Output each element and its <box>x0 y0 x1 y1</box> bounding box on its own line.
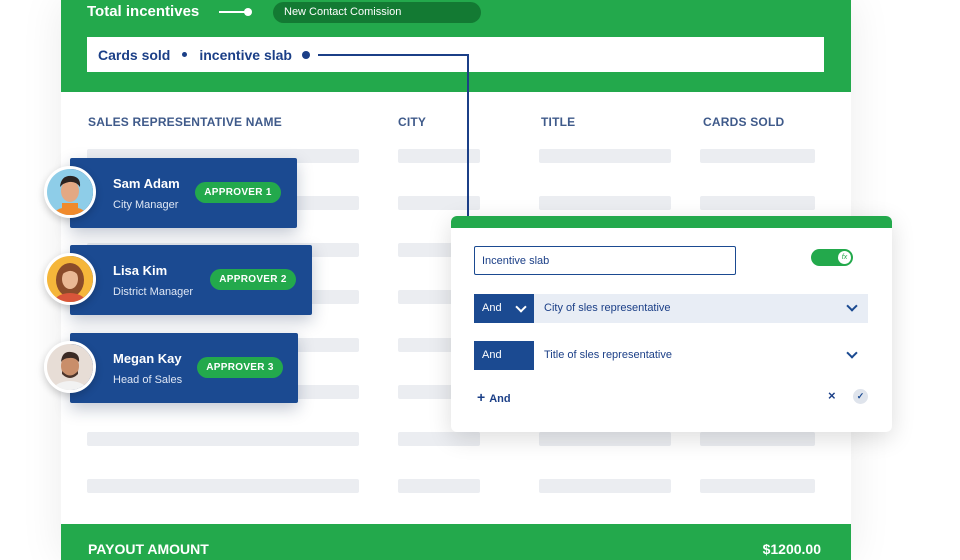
function-icon: fx <box>838 251 851 264</box>
add-and-label: And <box>489 393 511 405</box>
payout-label: PAYOUT AMOUNT <box>88 541 209 557</box>
column-header-city[interactable]: CITY <box>398 115 426 129</box>
operator-label: And <box>482 302 502 314</box>
approver-card-1[interactable]: Sam Adam City Manager APPROVER 1 <box>70 158 297 228</box>
chevron-down-icon[interactable] <box>846 300 858 312</box>
approver-badge: APPROVER 2 <box>210 269 296 290</box>
multiply-dot-icon <box>182 52 188 57</box>
placeholder-cell <box>539 479 671 493</box>
person-avatar-icon <box>47 344 93 390</box>
connector-line <box>318 54 468 56</box>
formula-term-incentive-slab[interactable]: incentive slab <box>199 47 292 63</box>
chevron-down-icon[interactable] <box>846 347 858 359</box>
avatar <box>44 166 96 218</box>
arrow-icon <box>219 8 252 16</box>
column-header-cards-sold[interactable]: CARDS SOLD <box>703 115 784 129</box>
placeholder-cell <box>700 479 815 493</box>
placeholder-cell <box>398 432 480 446</box>
condition-field-label: Title of sles representative <box>544 349 672 361</box>
formula-term-cards-sold: Cards sold <box>98 46 171 63</box>
placeholder-cell <box>539 196 671 210</box>
placeholder-cell <box>539 432 671 446</box>
placeholder-cell <box>700 196 815 210</box>
approver-card-2[interactable]: Lisa Kim District Manager APPROVER 2 <box>70 245 312 315</box>
approver-role: District Manager <box>113 286 194 298</box>
person-avatar-icon <box>47 256 93 302</box>
add-and-button[interactable]: + And <box>477 389 511 405</box>
formula-toggle[interactable]: fx <box>811 249 853 266</box>
approver-name: Sam Adam <box>113 176 180 191</box>
approver-badge: APPROVER 3 <box>197 357 283 378</box>
payout-amount: $1200.00 <box>762 541 821 557</box>
placeholder-cell <box>700 432 815 446</box>
placeholder-cell <box>87 479 359 493</box>
new-contact-commission-pill[interactable]: New Contact Comission <box>273 2 481 23</box>
placeholder-cell <box>539 149 671 163</box>
approver-role: Head of Sales <box>113 374 183 386</box>
condition-row[interactable]: And Title of sles representative <box>474 341 868 370</box>
connector-line <box>467 54 469 234</box>
avatar <box>44 341 96 393</box>
person-avatar-icon <box>47 169 93 215</box>
operator-label: And <box>482 349 502 361</box>
incentive-slab-input[interactable] <box>474 246 736 275</box>
approver-badge: APPROVER 1 <box>195 182 281 203</box>
condition-row[interactable]: And City of sles representative <box>474 294 868 323</box>
avatar <box>44 253 96 305</box>
approver-card-3[interactable]: Megan Kay Head of Sales APPROVER 3 <box>70 333 298 403</box>
payout-footer: PAYOUT AMOUNT $1200.00 <box>61 524 851 560</box>
placeholder-cell <box>398 479 480 493</box>
card-header: Total incentives New Contact Comission C… <box>61 0 851 92</box>
chevron-down-icon <box>515 301 527 313</box>
condition-field-label: City of sles representative <box>544 302 671 314</box>
panel-header-bar <box>451 216 892 228</box>
placeholder-cell <box>700 149 815 163</box>
page-title: Total incentives <box>87 3 200 20</box>
approver-name: Lisa Kim <box>113 263 168 278</box>
operator-select[interactable]: And <box>474 294 534 323</box>
close-icon[interactable]: × <box>828 388 836 403</box>
approver-name: Megan Kay <box>113 351 182 366</box>
check-icon[interactable]: ✓ <box>853 389 868 404</box>
operator-select[interactable]: And <box>474 341 534 370</box>
approver-role: City Manager <box>113 199 179 211</box>
placeholder-cell <box>87 432 359 446</box>
rule-builder-panel: fx And City of sles representative And T… <box>451 216 892 432</box>
plus-icon: + <box>477 389 486 405</box>
column-header-title[interactable]: TITLE <box>541 115 575 129</box>
connector-dot-icon <box>301 50 310 59</box>
column-header-name[interactable]: SALES REPRESENTATIVE NAME <box>88 115 282 129</box>
